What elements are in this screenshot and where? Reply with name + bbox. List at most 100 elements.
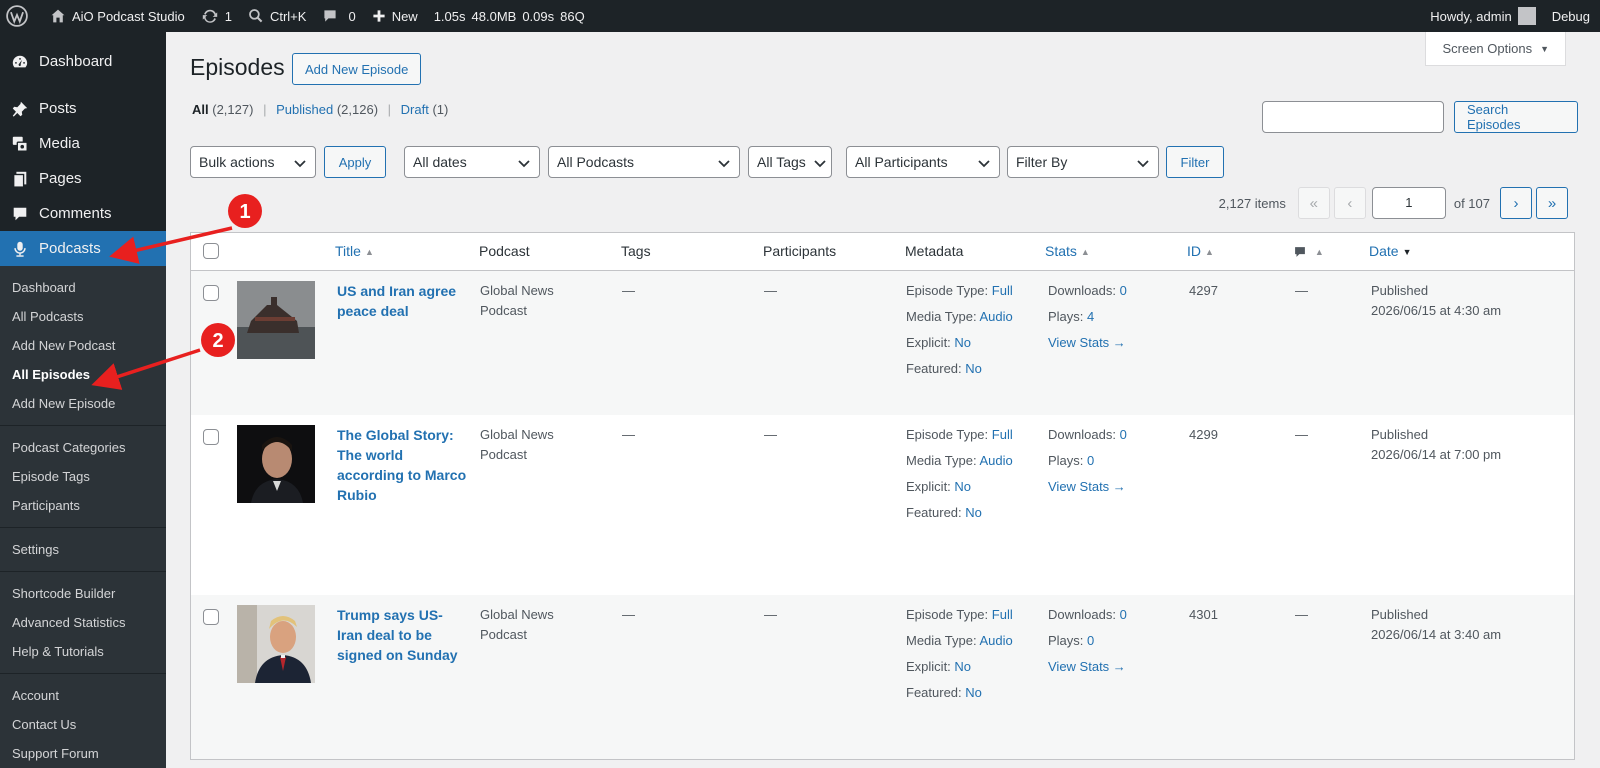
filter-by-select[interactable]: Filter By <box>1007 146 1159 178</box>
account-menu[interactable]: Howdy, admin <box>1422 0 1543 32</box>
submenu-add-new-podcast[interactable]: Add New Podcast <box>0 331 166 360</box>
podcasts-select[interactable]: All Podcasts <box>548 146 740 178</box>
episode-title-link[interactable]: Trump says US-Iran deal to be signed on … <box>337 605 467 665</box>
episode-thumbnail <box>237 605 315 683</box>
comment-icon <box>1295 247 1305 258</box>
apply-button[interactable]: Apply <box>324 146 386 178</box>
episode-title-link[interactable]: The Global Story: The world according to… <box>337 425 467 505</box>
view-stats-link[interactable]: View Stats → <box>1048 479 1126 494</box>
current-page-input[interactable]: 1 <box>1371 187 1446 219</box>
featured-value[interactable]: No <box>965 361 982 376</box>
featured-value[interactable]: No <box>965 505 982 520</box>
table-row: Trump says US-Iran deal to be signed on … <box>191 595 1574 759</box>
main-content: Screen Options ▼ Episodes Add New Episod… <box>166 32 1600 768</box>
menu-posts-label: Posts <box>39 100 77 117</box>
column-stats[interactable]: Stats ▲ <box>1045 243 1090 259</box>
submenu-advanced-statistics[interactable]: Advanced Statistics <box>0 608 166 637</box>
participants-select[interactable]: All Participants <box>846 146 1000 178</box>
screen-options-toggle[interactable]: Screen Options ▼ <box>1425 32 1566 66</box>
search-input[interactable] <box>1262 101 1444 133</box>
submenu-support-forum[interactable]: Support Forum <box>0 739 166 768</box>
view-stats-link[interactable]: View Stats → <box>1048 659 1126 674</box>
first-page-button[interactable]: « <box>1297 187 1330 219</box>
submenu-episode-tags[interactable]: Episode Tags <box>0 462 166 491</box>
comments-cell: — <box>1295 607 1308 622</box>
new-content-link[interactable]: New <box>364 0 426 32</box>
row-checkbox[interactable] <box>203 609 219 625</box>
menu-pages[interactable]: Pages <box>0 161 166 196</box>
comments-link[interactable]: 0 <box>314 0 363 32</box>
dashboard-icon <box>10 52 30 72</box>
explicit-value[interactable]: No <box>954 335 971 350</box>
submenu-account[interactable]: Account <box>0 681 166 710</box>
media-type-value[interactable]: Audio <box>980 633 1013 648</box>
comments-cell: — <box>1295 283 1308 298</box>
column-title[interactable]: Title ▲ <box>335 243 374 259</box>
media-type-value[interactable]: Audio <box>980 309 1013 324</box>
podcasts-submenu: Dashboard All Podcasts Add New Podcast A… <box>0 266 166 768</box>
explicit-value[interactable]: No <box>954 659 971 674</box>
last-page-button[interactable]: » <box>1536 187 1568 219</box>
submenu-all-podcasts[interactable]: All Podcasts <box>0 302 166 331</box>
site-name-link[interactable]: AiO Podcast Studio <box>42 0 193 32</box>
tags-select[interactable]: All Tags <box>748 146 832 178</box>
column-id[interactable]: ID ▲ <box>1187 243 1214 259</box>
dates-value: All dates <box>413 154 467 170</box>
submenu-add-new-episode[interactable]: Add New Episode <box>0 389 166 418</box>
bulk-actions-select[interactable]: Bulk actions <box>190 146 316 178</box>
performance-stats[interactable]: 1.05s 48.0MB 0.09s 86Q <box>426 0 593 32</box>
view-published-link[interactable]: Published <box>276 102 333 117</box>
id-cell: 4301 <box>1189 607 1218 622</box>
row-checkbox[interactable] <box>203 429 219 445</box>
downloads-value[interactable]: 0 <box>1120 607 1127 622</box>
menu-podcasts[interactable]: Podcasts <box>0 231 166 266</box>
submenu-dashboard[interactable]: Dashboard <box>0 273 166 302</box>
submenu-shortcode-builder[interactable]: Shortcode Builder <box>0 579 166 608</box>
dates-select[interactable]: All dates <box>404 146 540 178</box>
add-new-episode-button[interactable]: Add New Episode <box>292 53 422 85</box>
wordpress-logo-icon[interactable] <box>0 0 42 32</box>
episode-type-value[interactable]: Full <box>992 283 1013 298</box>
episode-type-value[interactable]: Full <box>992 427 1013 442</box>
prev-page-button[interactable]: ‹ <box>1333 187 1366 219</box>
debug-menu[interactable]: Debug <box>1544 0 1600 32</box>
submenu-settings[interactable]: Settings <box>0 535 166 564</box>
column-date[interactable]: Date ▼ <box>1369 243 1412 259</box>
episode-title-link[interactable]: US and Iran agree peace deal <box>337 281 467 321</box>
menu-posts[interactable]: Posts <box>0 91 166 126</box>
id-cell: 4299 <box>1189 427 1218 442</box>
plays-value[interactable]: 0 <box>1087 633 1094 648</box>
featured-value[interactable]: No <box>965 685 982 700</box>
view-separator: | <box>387 102 392 117</box>
updates-count: 1 <box>224 8 232 24</box>
submenu-contact-us[interactable]: Contact Us <box>0 710 166 739</box>
explicit-value[interactable]: No <box>954 479 971 494</box>
plays-value[interactable]: 4 <box>1087 309 1094 324</box>
search-episodes-button[interactable]: Search Episodes <box>1454 101 1578 133</box>
menu-comments[interactable]: Comments <box>0 196 166 231</box>
episode-type-value[interactable]: Full <box>992 607 1013 622</box>
submenu-help-tutorials[interactable]: Help & Tutorials <box>0 637 166 666</box>
comments-count: 0 <box>348 8 356 24</box>
episode-thumbnail <box>237 425 315 503</box>
submenu-all-episodes[interactable]: All Episodes <box>0 360 166 389</box>
menu-dashboard[interactable]: Dashboard <box>0 44 166 79</box>
media-type-value[interactable]: Audio <box>980 453 1013 468</box>
command-search[interactable]: Ctrl+K <box>240 0 314 32</box>
column-comments[interactable]: ▲ <box>1293 243 1324 259</box>
submenu-podcast-categories[interactable]: Podcast Categories <box>0 433 166 462</box>
submenu-participants[interactable]: Participants <box>0 491 166 520</box>
total-pages-label: of 107 <box>1453 195 1490 211</box>
view-stats-link[interactable]: View Stats → <box>1048 335 1126 350</box>
row-checkbox[interactable] <box>203 285 219 301</box>
menu-media[interactable]: Media <box>0 126 166 161</box>
plays-value[interactable]: 0 <box>1087 453 1094 468</box>
updates-link[interactable]: 1 <box>193 0 240 32</box>
downloads-value[interactable]: 0 <box>1120 427 1127 442</box>
view-all-link[interactable]: All <box>192 102 209 117</box>
filter-button[interactable]: Filter <box>1166 146 1224 178</box>
next-page-button[interactable]: › <box>1500 187 1532 219</box>
select-all-checkbox[interactable] <box>203 243 219 259</box>
view-draft-link[interactable]: Draft <box>401 102 429 117</box>
downloads-value[interactable]: 0 <box>1120 283 1127 298</box>
